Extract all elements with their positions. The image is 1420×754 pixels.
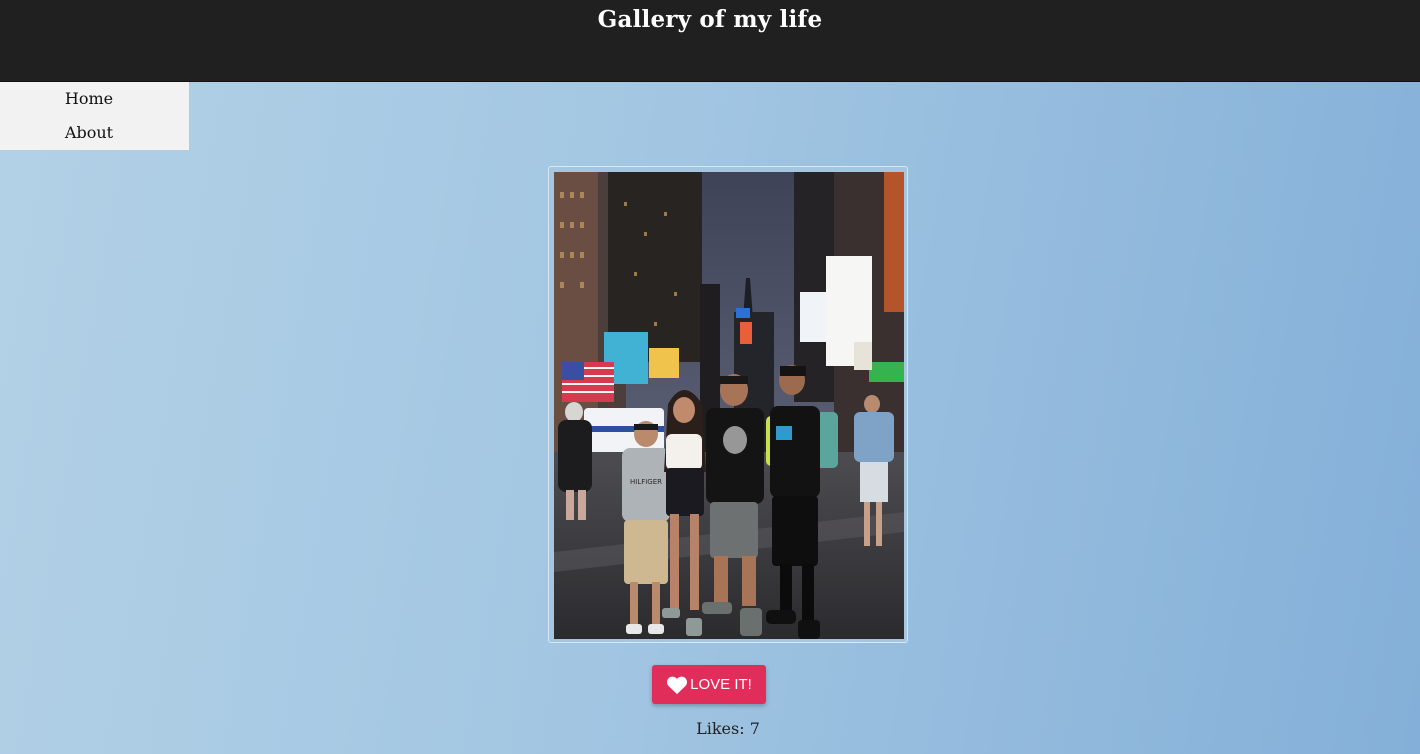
likes-count: Likes: 7 [696, 719, 760, 738]
love-it-button[interactable]: LOVE IT! [652, 665, 766, 704]
heart-icon [666, 675, 688, 695]
svg-text:HILFIGER: HILFIGER [630, 478, 662, 486]
side-nav: Home About [0, 82, 189, 150]
page-title: Gallery of my life [597, 6, 823, 33]
love-it-label: LOVE IT! [690, 676, 752, 693]
photo-card: HILFIGER [548, 166, 908, 643]
nav-link-about[interactable]: About [0, 116, 178, 150]
nav-link-home[interactable]: Home [0, 82, 178, 116]
header-bar: Gallery of my life [0, 0, 1420, 82]
gallery-photo[interactable]: HILFIGER [554, 172, 904, 639]
